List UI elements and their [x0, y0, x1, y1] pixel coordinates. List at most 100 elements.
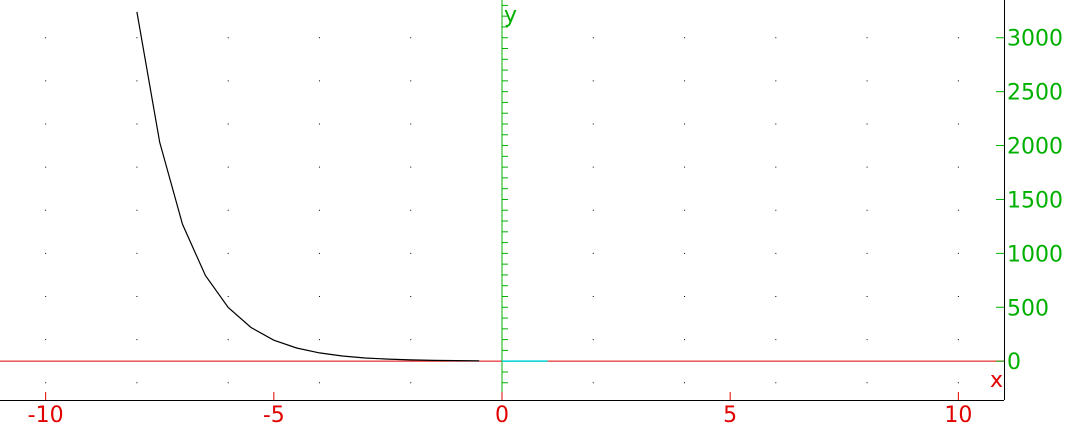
- grid-dot: [227, 339, 229, 341]
- grid-dot: [45, 123, 47, 125]
- grid-dot: [136, 339, 138, 341]
- grid-dot: [866, 166, 868, 168]
- grid-dot: [136, 382, 138, 384]
- grid-dot: [136, 252, 138, 254]
- grid-dot: [866, 209, 868, 211]
- grid-dot: [866, 295, 868, 297]
- y-axis-label: y: [504, 3, 517, 28]
- grid-dot: [136, 295, 138, 297]
- grid-dot: [957, 339, 959, 341]
- grid-dot: [592, 209, 594, 211]
- y-tick-label: 2000: [1007, 135, 1063, 160]
- grid-dot: [318, 80, 320, 82]
- grid-dot: [45, 37, 47, 39]
- grid-dot: [136, 37, 138, 39]
- series-curve: [136, 11, 480, 362]
- grid-dot: [410, 295, 412, 297]
- grid-dot: [957, 382, 959, 384]
- grid-dot: [318, 166, 320, 168]
- grid-dot: [45, 382, 47, 384]
- grid-dot: [684, 382, 686, 384]
- grid-dot: [775, 209, 777, 211]
- x-tick-label: -10: [28, 403, 64, 425]
- grid-dot: [45, 209, 47, 211]
- grid-dot: [410, 209, 412, 211]
- grid-dot: [957, 80, 959, 82]
- grid-dot: [318, 209, 320, 211]
- grid-dot: [684, 295, 686, 297]
- grid-dot: [318, 382, 320, 384]
- grid-dot: [45, 295, 47, 297]
- grid-dot: [866, 252, 868, 254]
- grid-dot: [45, 80, 47, 82]
- y-axis-minor-ticks: [502, 4, 508, 384]
- grid-dot: [592, 37, 594, 39]
- grid-dot: [410, 80, 412, 82]
- grid-dot: [957, 252, 959, 254]
- grid-dot: [684, 252, 686, 254]
- grid-dot: [410, 123, 412, 125]
- grid-dot: [45, 166, 47, 168]
- grid-dot: [410, 339, 412, 341]
- grid-dot: [775, 80, 777, 82]
- y-tick-label: 3000: [1007, 27, 1063, 52]
- grid-dot: [684, 37, 686, 39]
- grid-dot: [775, 166, 777, 168]
- grid-dot: [227, 166, 229, 168]
- grid-dot: [866, 37, 868, 39]
- grid-dot: [318, 123, 320, 125]
- function-plot: x y -10 -5 0 5 10 0 500 1000 1500 2000 2500 3000: [0, 0, 1063, 425]
- grid-dot: [957, 166, 959, 168]
- grid-dot: [866, 80, 868, 82]
- grid-dot: [957, 37, 959, 39]
- grid-dot: [592, 252, 594, 254]
- grid-dot: [592, 382, 594, 384]
- grid-dot: [227, 123, 229, 125]
- x-tick-label: -5: [263, 403, 285, 425]
- grid-dot: [227, 209, 229, 211]
- grid-dot: [957, 209, 959, 211]
- grid-dot: [136, 123, 138, 125]
- grid-dot: [227, 295, 229, 297]
- grid-dot: [592, 123, 594, 125]
- grid-dot: [318, 252, 320, 254]
- grid-dot: [136, 209, 138, 211]
- grid-dot: [410, 252, 412, 254]
- grid-dot: [227, 252, 229, 254]
- grid-dot: [318, 339, 320, 341]
- grid-dot: [775, 295, 777, 297]
- grid-dot: [775, 123, 777, 125]
- grid-dot: [136, 80, 138, 82]
- x-tick-label: 10: [944, 403, 972, 425]
- y-tick-label: 1500: [1007, 188, 1063, 213]
- grid-dot: [227, 37, 229, 39]
- grid-dot: [957, 123, 959, 125]
- grid-dot: [410, 382, 412, 384]
- grid-dot: [227, 80, 229, 82]
- y-tick-labels: 0 500 1000 1500 2000 2500 3000: [1007, 27, 1063, 375]
- y-tick-label: 1000: [1007, 242, 1063, 267]
- y-axis-ticks: [996, 37, 1004, 362]
- grid-dot: [775, 37, 777, 39]
- grid-dot: [775, 382, 777, 384]
- grid-dot: [318, 37, 320, 39]
- grid-dot: [410, 37, 412, 39]
- grid-dot: [684, 209, 686, 211]
- y-tick-label: 2500: [1007, 81, 1063, 106]
- grid-dot: [866, 382, 868, 384]
- grid-dot: [318, 295, 320, 297]
- grid-dot: [592, 295, 594, 297]
- grid-dot: [775, 252, 777, 254]
- x-tick-label: 5: [723, 403, 737, 425]
- grid-dot: [227, 382, 229, 384]
- grid-dot: [684, 339, 686, 341]
- grid-dot: [684, 166, 686, 168]
- grid-dot: [866, 123, 868, 125]
- grid-dot: [775, 339, 777, 341]
- grid-dot: [592, 166, 594, 168]
- grid-dot: [592, 339, 594, 341]
- grid-dot: [136, 166, 138, 168]
- grid-dot: [684, 80, 686, 82]
- grid-dot: [866, 339, 868, 341]
- y-tick-label: 500: [1007, 296, 1049, 321]
